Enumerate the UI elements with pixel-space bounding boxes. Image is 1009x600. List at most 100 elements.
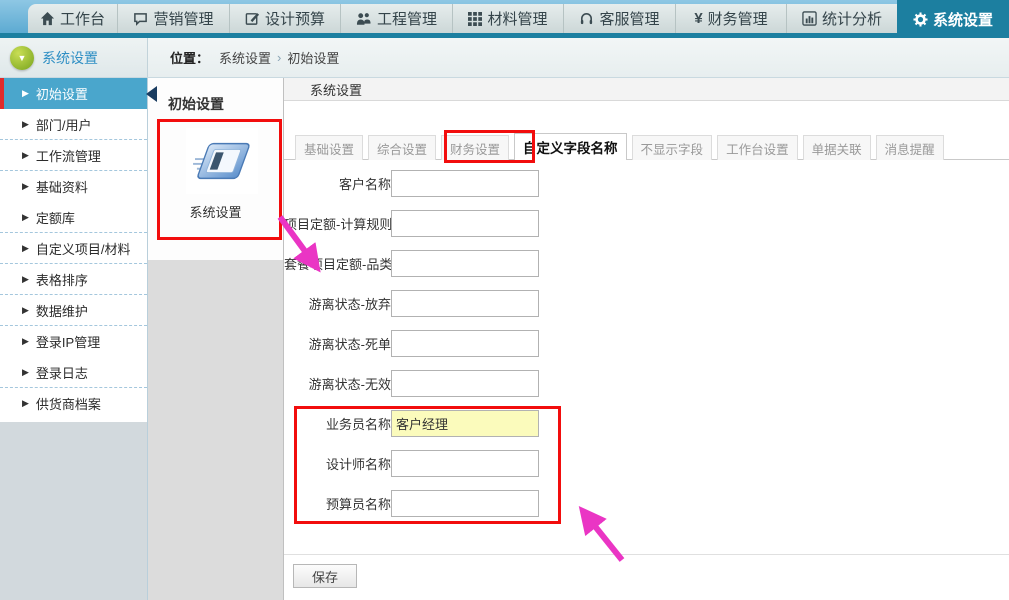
nav-tab-engineering[interactable]: 工程管理 bbox=[341, 4, 453, 33]
nav-tab-label: 财务管理 bbox=[708, 8, 768, 29]
caret-icon: ▶ bbox=[22, 274, 29, 285]
project-quota-rule-input[interactable] bbox=[391, 210, 539, 237]
divider bbox=[284, 554, 1009, 555]
designer-name-input[interactable] bbox=[391, 450, 539, 477]
users-icon bbox=[356, 11, 372, 26]
nav-tab-workbench[interactable]: 工作台 bbox=[28, 4, 118, 33]
form-row: 游离状态-放弃 bbox=[284, 290, 1009, 317]
tab-hidden-fields[interactable]: 不显示字段 bbox=[632, 135, 713, 160]
sidebar-item-label: 表格排序 bbox=[36, 270, 88, 289]
chart-icon bbox=[802, 11, 817, 26]
sidebar-item-label: 登录IP管理 bbox=[36, 332, 100, 351]
sidebar-item-label: 供货商档案 bbox=[36, 394, 101, 413]
nav-tab-label: 营销管理 bbox=[153, 8, 213, 29]
icon-menu-panel: 初始设置 系统设置 bbox=[148, 78, 284, 600]
sidebar-item-login-ip[interactable]: ▶ 登录IP管理 bbox=[0, 326, 147, 357]
sidebar-item-label: 登录日志 bbox=[36, 363, 88, 382]
field-label: 客户名称 bbox=[284, 174, 391, 193]
sidebar-item-label: 定额库 bbox=[36, 208, 75, 227]
form-row: 游离状态-无效 bbox=[284, 370, 1009, 397]
caret-icon: ▶ bbox=[22, 150, 29, 161]
sidebar-filler bbox=[0, 422, 147, 600]
form-row: 套餐项目定额-品类 bbox=[284, 250, 1009, 277]
field-label: 套餐项目定额-品类 bbox=[284, 254, 391, 273]
breadcrumb-current: 初始设置 bbox=[287, 48, 339, 67]
settings-tabs: 基础设置 综合设置 财务设置 自定义字段名称 不显示字段 工作台设置 单据关联 … bbox=[284, 134, 1009, 160]
tab-message-reminders[interactable]: 消息提醒 bbox=[876, 135, 944, 160]
breadcrumb-prefix: 位置： bbox=[170, 48, 209, 67]
sidebar-item-departments-users[interactable]: ▶ 部门/用户 bbox=[0, 109, 147, 140]
field-label: 设计师名称 bbox=[284, 454, 391, 473]
form-row: 业务员名称 bbox=[284, 410, 1009, 437]
sidebar-item-initial-settings[interactable]: ▶ 初始设置 bbox=[0, 78, 147, 109]
headset-icon bbox=[579, 11, 594, 26]
sidebar-item-label: 自定义项目/材料 bbox=[36, 239, 131, 258]
sidebar-item-workflow[interactable]: ▶ 工作流管理 bbox=[0, 140, 147, 171]
floating-status-abandon-input[interactable] bbox=[391, 290, 539, 317]
sidebar-item-quota-library[interactable]: ▶ 定额库 bbox=[0, 202, 147, 233]
caret-icon: ▶ bbox=[22, 305, 29, 316]
floating-status-dead-input[interactable] bbox=[391, 330, 539, 357]
system-settings-icon-tile[interactable] bbox=[186, 128, 258, 194]
form-row: 游离状态-死单 bbox=[284, 330, 1009, 357]
estimator-name-input[interactable] bbox=[391, 490, 539, 517]
field-label: 游离状态-死单 bbox=[284, 334, 391, 353]
nav-tab-finance[interactable]: ¥ 财务管理 bbox=[676, 4, 787, 33]
package-quota-category-input[interactable] bbox=[391, 250, 539, 277]
caret-icon: ▶ bbox=[22, 212, 29, 223]
active-item-notch-icon bbox=[146, 86, 157, 102]
tab-document-links[interactable]: 单据关联 bbox=[803, 135, 871, 160]
tab-general-settings[interactable]: 综合设置 bbox=[368, 135, 436, 160]
salesman-name-input[interactable] bbox=[391, 410, 539, 437]
sidebar-item-data-maintenance[interactable]: ▶ 数据维护 bbox=[0, 295, 147, 326]
icon-tile-label[interactable]: 系统设置 bbox=[148, 202, 283, 221]
nav-tab-customer-service[interactable]: 客服管理 bbox=[564, 4, 676, 33]
nav-tab-statistics[interactable]: 统计分析 bbox=[787, 4, 897, 33]
sidebar-item-supplier-archives[interactable]: ▶ 供货商档案 bbox=[0, 388, 147, 419]
nav-tab-label: 统计分析 bbox=[822, 8, 882, 29]
sidebar-item-custom-projects-materials[interactable]: ▶ 自定义项目/材料 bbox=[0, 233, 147, 264]
field-label: 项目定额-计算规则 bbox=[284, 214, 391, 233]
sidebar-section-header[interactable]: ▼ 系统设置 bbox=[0, 38, 148, 77]
tab-finance-settings[interactable]: 财务设置 bbox=[441, 135, 509, 160]
floating-status-invalid-input[interactable] bbox=[391, 370, 539, 397]
tab-workbench-settings[interactable]: 工作台设置 bbox=[717, 135, 798, 160]
nav-tab-design-budget[interactable]: 设计预算 bbox=[230, 4, 341, 33]
form-row: 设计师名称 bbox=[284, 450, 1009, 477]
breadcrumb-section-link[interactable]: 系统设置 bbox=[219, 48, 271, 67]
nav-tab-label: 工程管理 bbox=[377, 8, 437, 29]
edit-icon bbox=[245, 11, 260, 26]
main-nav: 工作台 营销管理 设计预算 工程管理 材料管理 客服管理 ¥ 财务管理 统计分析 bbox=[28, 4, 1009, 33]
sidebar-item-label: 基础资料 bbox=[36, 177, 88, 196]
form-row: 预算员名称 bbox=[284, 490, 1009, 517]
caret-icon: ▶ bbox=[22, 367, 29, 378]
form-row: 客户名称 bbox=[284, 170, 1009, 197]
save-button[interactable]: 保存 bbox=[293, 564, 357, 588]
sidebar-item-label: 工作流管理 bbox=[36, 146, 101, 165]
caret-icon: ▶ bbox=[22, 119, 29, 130]
field-label: 业务员名称 bbox=[284, 414, 391, 433]
sidebar-section-title: 系统设置 bbox=[42, 48, 98, 68]
tab-basic-settings[interactable]: 基础设置 bbox=[295, 135, 363, 160]
customer-name-input[interactable] bbox=[391, 170, 539, 197]
sidebar-item-label: 数据维护 bbox=[36, 301, 88, 320]
gear-icon bbox=[913, 12, 928, 27]
caret-icon: ▶ bbox=[22, 181, 29, 192]
nav-tab-materials[interactable]: 材料管理 bbox=[453, 4, 564, 33]
window-icon bbox=[191, 134, 253, 188]
sidebar-item-table-sorting[interactable]: ▶ 表格排序 bbox=[0, 264, 147, 295]
tab-custom-field-names[interactable]: 自定义字段名称 bbox=[514, 133, 627, 160]
panel-title: 初始设置 bbox=[168, 94, 224, 114]
home-icon bbox=[40, 11, 55, 26]
breadcrumb-separator: › bbox=[277, 50, 281, 65]
nav-tab-marketing[interactable]: 营销管理 bbox=[118, 4, 230, 33]
grid-icon bbox=[468, 12, 482, 26]
nav-tab-label: 设计预算 bbox=[265, 8, 325, 29]
main-content: 系统设置 基础设置 综合设置 财务设置 自定义字段名称 不显示字段 工作台设置 … bbox=[284, 78, 1009, 600]
sidebar-item-basic-data[interactable]: ▶ 基础资料 bbox=[0, 171, 147, 202]
caret-icon: ▶ bbox=[22, 88, 29, 99]
nav-tab-label: 客服管理 bbox=[599, 8, 659, 29]
sidebar-item-login-log[interactable]: ▶ 登录日志 bbox=[0, 357, 147, 388]
chevron-down-icon[interactable]: ▼ bbox=[10, 46, 34, 70]
content-title: 系统设置 bbox=[310, 80, 362, 99]
